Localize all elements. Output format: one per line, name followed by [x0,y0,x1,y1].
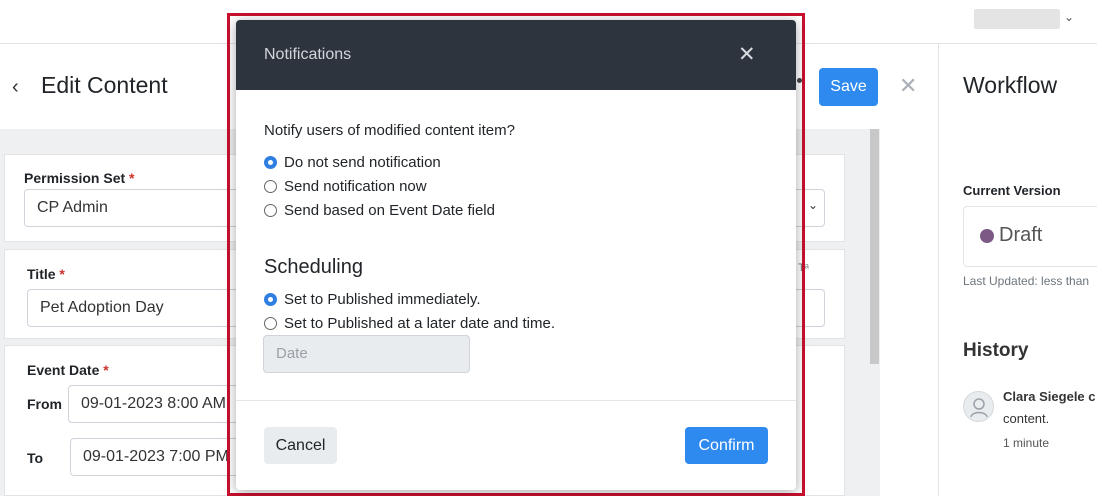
notify-option-none[interactable]: Do not send notification [264,152,441,172]
cancel-button[interactable]: Cancel [264,427,337,464]
radio-button[interactable] [264,316,277,330]
modal-header: Notifications ✕ [236,20,796,90]
schedule-option-later[interactable]: Set to Published at a later date and tim… [264,313,555,333]
schedule-option-immediate[interactable]: Set to Published immediately. [264,289,481,309]
notify-prompt: Notify users of modified content item? [264,122,515,139]
divider [236,400,796,401]
confirm-button[interactable]: Confirm [685,427,768,464]
radio-label: Set to Published immediately. [284,290,481,308]
schedule-date-input[interactable]: Date [263,335,470,373]
modal-title: Notifications [264,46,352,63]
radio-label: Do not send notification [284,153,441,171]
radio-button[interactable] [264,203,277,217]
notify-option-now[interactable]: Send notification now [264,176,427,196]
scheduling-heading: Scheduling [264,256,363,278]
close-icon[interactable]: ✕ [738,42,756,67]
radio-button[interactable] [264,292,277,306]
notifications-modal: Notifications ✕ Notify users of modified… [236,20,796,490]
radio-label: Send notification now [284,177,427,195]
radio-button[interactable] [264,179,277,193]
radio-label: Set to Published at a later date and tim… [284,314,556,332]
radio-button[interactable] [264,155,277,169]
notify-option-event-date[interactable]: Send based on Event Date field [264,200,495,220]
radio-label: Send based on Event Date field [284,201,495,219]
